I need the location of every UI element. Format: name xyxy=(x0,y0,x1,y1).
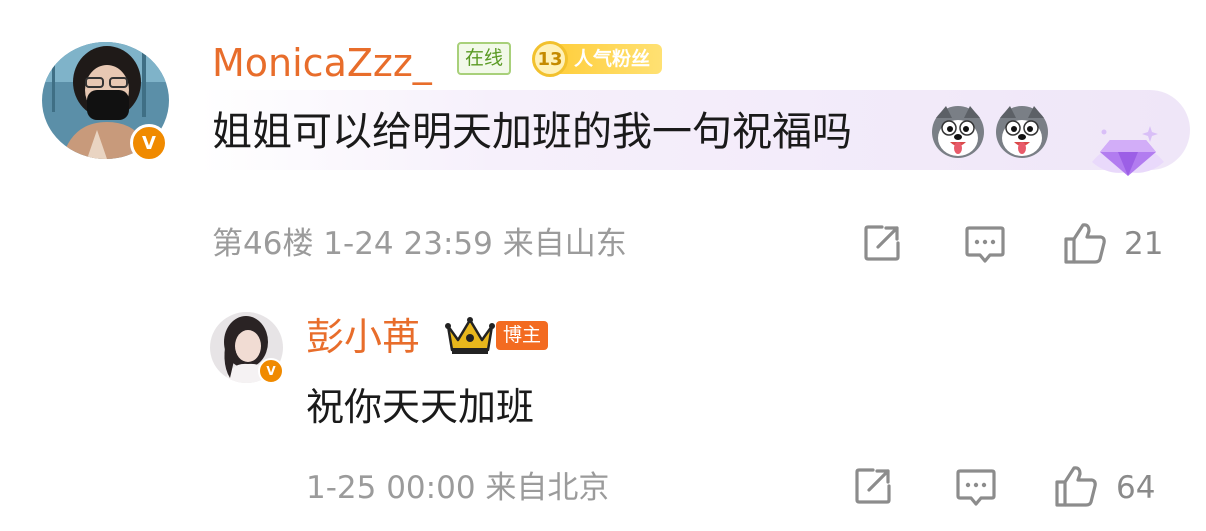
thumbs-up-icon[interactable] xyxy=(1053,464,1099,508)
reply-meta: 1-25 00:00 来自北京 xyxy=(306,470,610,506)
share-icon[interactable] xyxy=(862,223,902,263)
reply-text: 祝你天天加班 xyxy=(306,385,535,429)
comment-icon[interactable] xyxy=(955,466,997,508)
comment-author-name[interactable]: MonicaZzz_ xyxy=(212,44,432,82)
share-icon[interactable] xyxy=(853,466,893,506)
crown-icon xyxy=(444,316,496,360)
like-count: 64 xyxy=(1116,470,1156,506)
fan-level-number: 13 xyxy=(532,41,568,77)
comment-icon[interactable] xyxy=(964,223,1006,265)
comment-meta: 第46楼 1-24 23:59 来自山东 xyxy=(212,226,627,262)
husky-dog-emoji xyxy=(930,104,986,160)
fan-level-badge[interactable]: 13 人气粉丝 xyxy=(532,41,663,77)
fan-level-label: 人气粉丝 xyxy=(560,43,663,75)
thumbs-up-icon[interactable] xyxy=(1062,221,1108,265)
verified-badge: V xyxy=(258,358,284,384)
husky-dog-emoji xyxy=(994,104,1050,160)
comment-text: 姐姐可以给明天加班的我一句祝福吗 xyxy=(212,109,852,155)
blogger-tag: 博主 xyxy=(496,321,549,350)
diamond-badge-icon xyxy=(1088,122,1168,186)
online-status-tag: 在线 xyxy=(457,42,512,75)
like-count: 21 xyxy=(1124,226,1164,262)
reply-author-name[interactable]: 彭小苒 xyxy=(306,318,420,356)
verified-badge: V xyxy=(130,124,168,162)
